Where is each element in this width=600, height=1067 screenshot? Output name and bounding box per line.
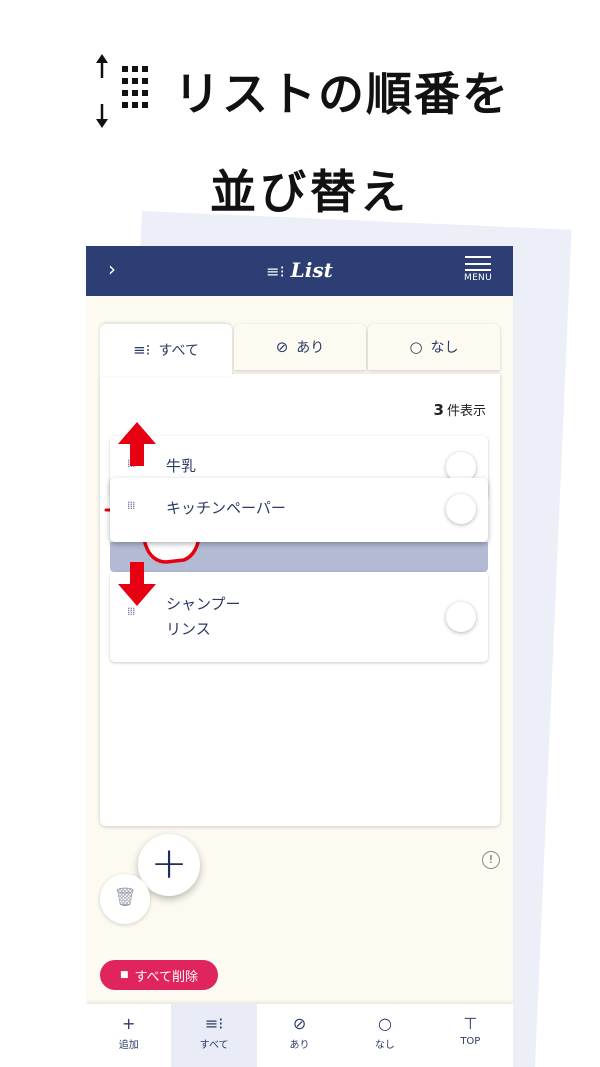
item-count-suffix: 件表示 <box>446 404 486 419</box>
delete-all-button[interactable]: ■ すべて削除 <box>100 960 218 990</box>
tab-unchecked[interactable]: ○ なし <box>368 324 500 370</box>
list-icon: ≡⁝ <box>266 262 285 281</box>
filter-tabs: ≡⁝ すべて ⊘ あり ○ なし <box>100 324 500 376</box>
nav-all[interactable]: ≡⁝ すべて <box>171 1004 257 1067</box>
nav-label: なし <box>374 1040 395 1051</box>
check-circle-button[interactable] <box>446 494 476 524</box>
menu-label: MENU <box>464 273 492 283</box>
list-card: 3 件表示 ⁞⁞⁞ 牛乳 ⁞⁞⁞ キッチンペーパー ⁞⁞⁞ シャンプー リンス + <box>100 374 500 896</box>
drag-handle-icon[interactable]: ⁞⁞⁞ <box>127 500 139 518</box>
headline-line1: リストの順番を <box>174 67 510 121</box>
nav-label: あり <box>289 1040 310 1051</box>
app-bar: › ≡⁝ List MENU <box>86 246 513 296</box>
check-circle-icon: ⊘ <box>275 338 289 356</box>
check-circle-icon: ⊘ <box>292 1014 307 1033</box>
list-item-label: リンス <box>166 620 211 638</box>
trash-check-icon[interactable]: 🗑 <box>100 874 150 924</box>
nav-label: 追加 <box>118 1040 139 1051</box>
nav-checked[interactable]: ⊘ あり <box>257 1004 342 1067</box>
list-item-dragging[interactable]: ⁞⁞⁞ キッチンペーパー <box>110 478 488 542</box>
circle-icon: ○ <box>377 1014 392 1033</box>
headline-line2: 並び替え <box>210 165 410 219</box>
tab-label: すべて <box>158 343 199 359</box>
app-title: ≡⁝ List <box>86 258 513 282</box>
app-title-text: List <box>290 258 333 282</box>
app-screen: › ≡⁝ List MENU ≡⁝ すべて ⊘ あり ○ なし 3 件表示 ⁞⁞⁞ … <box>86 246 513 1067</box>
item-count-number: 3 <box>433 401 444 419</box>
list-icon: ≡⁝ <box>204 1014 224 1033</box>
info-icon[interactable]: ! <box>482 851 500 869</box>
tab-label: あり <box>296 340 325 356</box>
list-icon: ≡⁝ <box>133 341 151 359</box>
drag-handle-icon[interactable]: ⁞⁞⁞ <box>127 606 139 624</box>
nav-label: すべて <box>199 1040 229 1051</box>
add-item-button[interactable]: + <box>138 834 200 896</box>
plus-icon: + <box>122 1014 136 1033</box>
tab-checked[interactable]: ⊘ あり <box>234 324 366 370</box>
delete-all-label: すべて削除 <box>134 969 199 985</box>
list-item[interactable]: ⁞⁞⁞ シャンプー リンス <box>110 572 488 662</box>
nav-unchecked[interactable]: ○ なし <box>342 1004 427 1067</box>
headline: リストの順番を 並び替え <box>0 52 600 222</box>
nav-top[interactable]: ⊤ TOP <box>428 1004 513 1067</box>
drop-placeholder <box>110 542 488 572</box>
item-count: 3 件表示 <box>434 400 486 419</box>
bottom-nav: + 追加 ≡⁝ すべて ⊘ あり ○ なし ⊤ TOP <box>86 1004 513 1067</box>
circle-icon: ○ <box>409 338 423 356</box>
check-circle-button[interactable] <box>446 602 476 632</box>
reorder-drag-icon <box>90 52 162 130</box>
trash-icon: ■ <box>119 970 129 980</box>
tab-label: なし <box>430 340 459 356</box>
drag-handle-icon[interactable]: ⁞⁞⁞ <box>127 458 139 476</box>
menu-button[interactable]: MENU <box>461 256 495 283</box>
nav-label: TOP <box>460 1036 481 1047</box>
list-item-label: 牛乳 <box>166 457 197 475</box>
hamburger-icon <box>465 256 491 271</box>
tab-all[interactable]: ≡⁝ すべて <box>100 324 232 376</box>
nav-add[interactable]: + 追加 <box>86 1004 171 1067</box>
list-item-label: シャンプー <box>166 595 241 613</box>
list-item-label: キッチンペーパー <box>166 499 286 517</box>
arrow-to-top-icon: ⊤ <box>463 1014 478 1033</box>
